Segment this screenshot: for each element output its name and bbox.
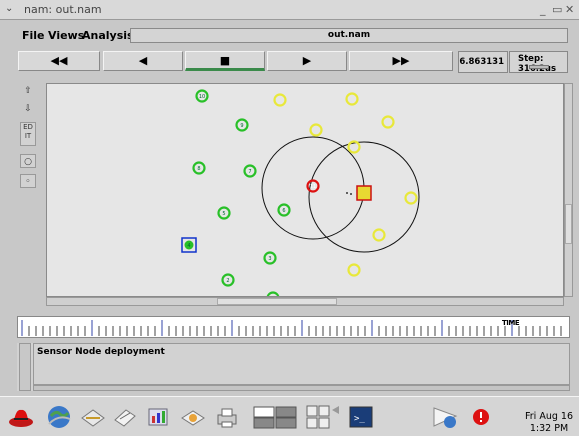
node-label: 3 xyxy=(268,256,271,262)
node-y1[interactable] xyxy=(273,93,287,107)
monitor-small-icon[interactable]: ◦ xyxy=(20,174,36,188)
edit-button[interactable]: ED IT xyxy=(20,122,36,146)
alert-icon[interactable] xyxy=(468,404,494,430)
writer-icon[interactable] xyxy=(112,404,138,430)
node-y8[interactable] xyxy=(347,263,361,277)
menu-analysis[interactable]: Analysis xyxy=(82,29,134,42)
node-shape xyxy=(273,93,287,107)
fast-forward-button[interactable]: ▶▶ xyxy=(349,51,453,71)
node-n6[interactable]: 6 xyxy=(277,203,291,217)
node-label: 6 xyxy=(282,208,285,214)
node-label: 2 xyxy=(226,278,229,284)
node-n2[interactable]: 2 xyxy=(221,273,235,287)
window-titlebar: ⌄ nam: out.nam _ ▭ ✕ xyxy=(0,0,579,20)
annotation-hscrollbar[interactable] xyxy=(33,385,570,391)
vertical-scrollbar[interactable] xyxy=(564,83,573,297)
svg-text:>_: >_ xyxy=(354,414,365,424)
vertical-scroll-thumb[interactable] xyxy=(565,204,572,244)
horizontal-scroll-thumb[interactable] xyxy=(217,298,337,305)
taskbar-clock[interactable]: Fri Aug 16 1:32 PM xyxy=(524,411,574,435)
minimize-icon[interactable]: _ xyxy=(540,3,546,16)
redhat-icon[interactable] xyxy=(8,404,34,430)
node-shape xyxy=(381,115,395,129)
network-drawing: 1098765321411 xyxy=(181,89,420,296)
stop-button[interactable]: ■ xyxy=(185,51,265,71)
node-shape xyxy=(309,123,323,137)
node-n5[interactable]: 5 xyxy=(217,206,231,220)
node-shape xyxy=(356,185,372,201)
node-n11[interactable]: 11 xyxy=(306,179,320,193)
step-slider[interactable] xyxy=(529,65,549,69)
rewind-button[interactable]: ◀◀ xyxy=(18,51,100,71)
browser-globe-icon[interactable] xyxy=(46,404,72,430)
node-label: 5 xyxy=(222,211,225,217)
node-y2[interactable] xyxy=(345,92,359,106)
presentation-icon[interactable] xyxy=(145,404,171,430)
file-title: out.nam xyxy=(130,28,568,43)
horizontal-scrollbar[interactable] xyxy=(46,297,564,306)
node-label: 11 xyxy=(310,184,316,190)
node-shape xyxy=(404,191,418,205)
annotation-scrollbar[interactable] xyxy=(19,343,31,391)
playback-toolbar: ◀◀ ◀ ■ ▶ ▶▶ 6.863131 Step: 316.2us xyxy=(18,51,568,75)
node-label: 10 xyxy=(199,94,205,100)
clock-time: 1:32 PM xyxy=(529,423,569,434)
node-n4[interactable]: 4 xyxy=(181,237,197,253)
node-n3[interactable]: 3 xyxy=(263,251,277,265)
mail-icon[interactable] xyxy=(80,404,106,430)
monitor-icon[interactable]: ○ xyxy=(20,154,36,168)
time-readout: 6.863131 xyxy=(458,51,508,73)
desktop-taskbar: >_ Fri Aug 16 1:32 PM xyxy=(0,396,579,436)
clock-date: Fri Aug 16 xyxy=(525,411,573,422)
annotation-text: Sensor Node deployment xyxy=(37,347,165,357)
play-button[interactable]: ▶ xyxy=(267,51,347,71)
window-list-icon[interactable] xyxy=(306,404,342,430)
printer-icon[interactable] xyxy=(214,404,240,430)
node-n10[interactable]: 10 xyxy=(195,89,209,103)
node-y4[interactable] xyxy=(309,123,323,137)
menu-file[interactable]: File xyxy=(22,29,45,42)
zoom-in-icon[interactable]: ⇧ xyxy=(20,84,36,98)
packet-dot-1 xyxy=(346,192,348,194)
node-y7[interactable] xyxy=(372,228,386,242)
node-n8[interactable]: 8 xyxy=(192,161,206,175)
node-y3[interactable] xyxy=(381,115,395,129)
timeline-strip[interactable]: TIME xyxy=(17,316,570,338)
node-label: 4 xyxy=(187,243,190,249)
node-label: 9 xyxy=(240,123,243,129)
node-shape xyxy=(347,263,361,277)
maximize-icon[interactable]: ▭ xyxy=(552,3,562,16)
node-label: 7 xyxy=(248,169,251,175)
node-n9[interactable]: 9 xyxy=(235,118,249,132)
back-button[interactable]: ◀ xyxy=(103,51,183,71)
timeline-marker: TIME xyxy=(502,319,520,327)
node-shape xyxy=(372,228,386,242)
annotation-panel: Sensor Node deployment xyxy=(17,343,570,391)
menu-bar: File Views Analysis out.nam xyxy=(18,28,568,44)
network-canvas[interactable]: 1098765321411 xyxy=(46,83,564,297)
step-control: Step: 316.2us xyxy=(509,51,568,74)
node-label: 8 xyxy=(197,166,200,172)
step-label: Step: 316.2us xyxy=(518,54,556,74)
spreadsheet-icon[interactable] xyxy=(180,404,206,430)
tool-palette: ⇧ ⇩ ED IT ○ ◦ xyxy=(18,82,38,297)
packet-dot-2 xyxy=(350,193,352,195)
window-menu-icon[interactable]: ⌄ xyxy=(5,3,17,15)
node-nsq[interactable] xyxy=(356,185,372,201)
node-y6[interactable] xyxy=(404,191,418,205)
zoom-out-icon[interactable]: ⇩ xyxy=(20,102,36,116)
network-status-icon[interactable] xyxy=(428,404,462,430)
annotation-list[interactable]: Sensor Node deployment xyxy=(33,343,570,385)
menu-views[interactable]: Views xyxy=(48,29,84,42)
terminal-icon[interactable]: >_ xyxy=(348,404,374,430)
node-shape xyxy=(345,92,359,106)
timeline-ticks xyxy=(21,320,562,336)
workspace-switcher-icon[interactable] xyxy=(253,404,297,430)
close-icon[interactable]: ✕ xyxy=(565,3,574,16)
node-n7[interactable]: 7 xyxy=(243,164,257,178)
window-title: nam: out.nam xyxy=(24,3,102,16)
